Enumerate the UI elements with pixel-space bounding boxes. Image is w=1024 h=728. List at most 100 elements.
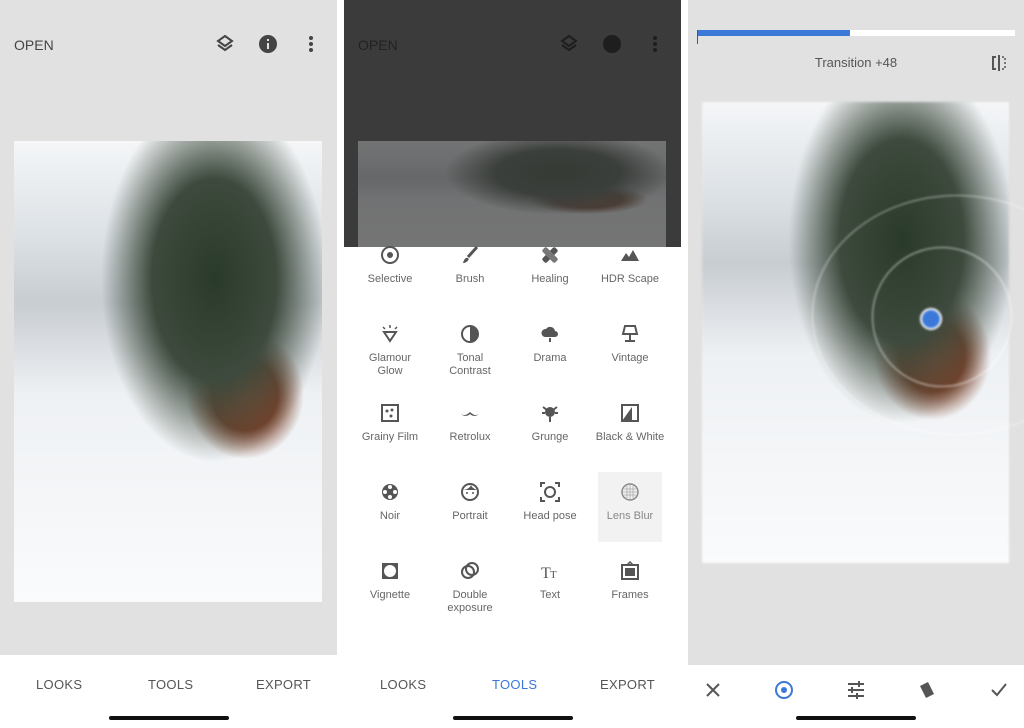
lamp-icon (621, 325, 639, 342)
tool-label: Drama (533, 352, 567, 364)
dimmed-overlay[interactable]: OPEN (344, 0, 681, 247)
tool-tonal-contrast[interactable]: Tonal Contrast (438, 314, 502, 384)
compare-icon[interactable] (990, 54, 1008, 72)
close-icon[interactable] (705, 682, 721, 698)
tool-glamour-glow[interactable]: Glamour Glow (358, 314, 422, 384)
tool-head-pose[interactable]: Head pose (518, 472, 582, 542)
photo (358, 141, 666, 247)
frame-icon (621, 561, 639, 580)
tool-label: Head pose (523, 510, 577, 522)
text-icon: TT (541, 565, 557, 581)
open-button[interactable]: OPEN (14, 37, 54, 53)
tab-tools[interactable]: TOOLS (148, 677, 193, 692)
tool-label: Grainy Film (361, 431, 419, 443)
vignette-icon (382, 563, 398, 579)
tool-label: Vignette (369, 589, 411, 601)
tool-drama[interactable]: Drama (518, 314, 582, 384)
layers-icon (560, 34, 578, 52)
tool-grainy-film[interactable]: Grainy Film (358, 393, 422, 463)
blur-center-handle[interactable] (920, 308, 942, 330)
tool-label: Portrait (452, 510, 488, 522)
tab-looks[interactable]: LOOKS (380, 677, 426, 692)
info-icon[interactable] (258, 34, 278, 54)
slider-zero-mark (697, 30, 698, 44)
more-vert-icon (653, 36, 657, 52)
tool-portrait[interactable]: Portrait (438, 472, 502, 542)
tool-label: Frames (611, 589, 649, 601)
mountains-icon (621, 250, 639, 261)
grunge-icon (542, 406, 558, 422)
selective-icon (381, 246, 399, 264)
top-bar: OPEN (0, 0, 337, 90)
home-indicator (108, 716, 229, 720)
tool-label: Glamour Glow (368, 352, 412, 377)
face-frame-icon (540, 482, 560, 502)
tool-label: Healing (531, 273, 569, 285)
tool-vintage[interactable]: Vintage (598, 314, 662, 384)
tool-black-white[interactable]: Black & White (596, 393, 664, 463)
tool-retrolux[interactable]: Retrolux (438, 393, 502, 463)
face-icon (461, 483, 479, 501)
tool-label: Tonal Contrast (449, 352, 491, 377)
home-indicator (796, 716, 916, 720)
tool-label: HDR Scape (600, 273, 660, 285)
tool-label: Lens Blur (606, 510, 654, 522)
cloud-icon (541, 326, 558, 342)
tool-text[interactable]: T T Text (518, 551, 582, 621)
tool-grunge[interactable]: Grunge (518, 393, 582, 463)
photo (702, 102, 1024, 563)
double-exposure-icon (461, 562, 479, 579)
photo (14, 141, 322, 602)
grain-icon (381, 404, 399, 422)
svg-text:T: T (550, 569, 557, 581)
tool-hdr-scape[interactable]: HDR Scape (598, 235, 662, 305)
slider-label: Transition +48 (814, 55, 898, 70)
bottom-toolbar (688, 665, 1024, 728)
check-icon[interactable] (990, 682, 1008, 698)
tool-vignette[interactable]: Vignette (358, 551, 422, 621)
layers-icon[interactable] (215, 34, 235, 54)
tool-selective[interactable]: Selective (358, 235, 422, 305)
tool-label: Grunge (531, 431, 569, 443)
tool-double-exposure[interactable]: Double exposure (438, 551, 502, 621)
tab-export[interactable]: EXPORT (600, 677, 655, 692)
tool-label: Brush (455, 273, 485, 285)
blur-shape-icon[interactable] (774, 680, 794, 700)
blur-inner-ring[interactable] (872, 247, 1012, 387)
brush-icon (463, 245, 479, 263)
tools-screen: OPEN Selective Brush Healing HDR Scape Glamo… (344, 0, 681, 728)
tab-looks[interactable]: LOOKS (36, 677, 82, 692)
tool-healing[interactable]: Healing (518, 235, 582, 305)
tool-label: Selective (367, 273, 413, 285)
tonal-icon (461, 325, 479, 343)
tool-label: Text (539, 589, 561, 601)
mustache-icon (461, 412, 479, 416)
slider-fill (697, 30, 850, 36)
tool-lens-blur[interactable]: Lens Blur (598, 472, 662, 542)
style-icon[interactable] (917, 680, 937, 700)
tool-label: Retrolux (449, 431, 491, 443)
tab-tools[interactable]: TOOLS (492, 677, 537, 692)
main-screen: OPEN LOOKS TOOLS EXPORT (0, 0, 337, 728)
diamond-icon (382, 325, 398, 343)
lens-blur-icon (621, 483, 639, 501)
tool-label: Vintage (611, 352, 649, 364)
lens-blur-screen: Transition +48 (688, 0, 1024, 728)
info-icon (603, 35, 621, 53)
tool-frames[interactable]: Frames (598, 551, 662, 621)
tool-label: Noir (379, 510, 401, 522)
more-vert-icon[interactable] (301, 34, 321, 54)
bw-icon (621, 404, 639, 422)
transition-slider[interactable] (697, 30, 1015, 36)
adjust-icon[interactable] (846, 680, 866, 700)
home-indicator (452, 716, 573, 720)
open-button: OPEN (358, 37, 398, 53)
tool-label: Double exposure (447, 589, 493, 614)
bottom-nav: LOOKS TOOLS EXPORT (0, 655, 337, 728)
bottom-nav: LOOKS TOOLS EXPORT (344, 655, 681, 728)
healing-icon (542, 247, 558, 263)
film-reel-icon (382, 484, 398, 500)
tool-brush[interactable]: Brush (438, 235, 502, 305)
tab-export[interactable]: EXPORT (256, 677, 311, 692)
tool-noir[interactable]: Noir (358, 472, 422, 542)
